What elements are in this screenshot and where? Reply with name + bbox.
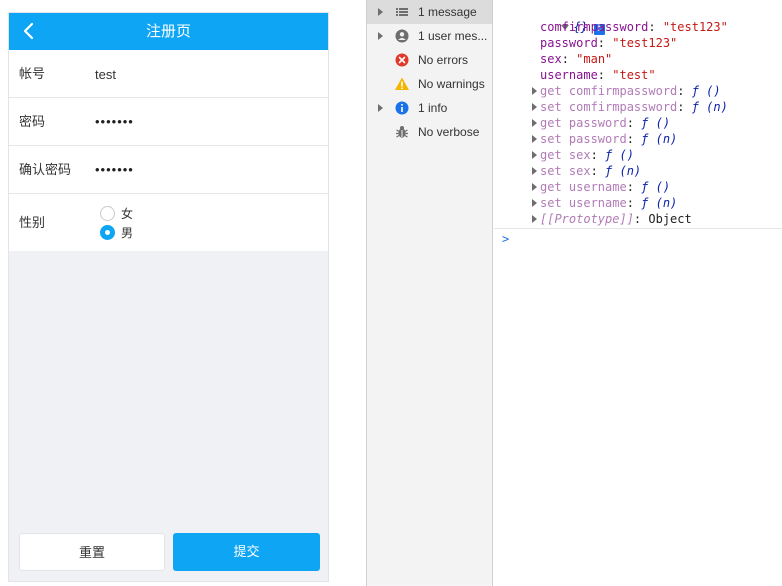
expand-arrow-icon	[532, 87, 537, 95]
expand-arrow-icon	[532, 215, 537, 223]
bug-icon	[394, 124, 410, 140]
password-label: 密码	[19, 114, 46, 129]
expand-arrow-icon	[532, 151, 537, 159]
sidebar-item-errors[interactable]: No errors	[367, 48, 492, 72]
sidebar-item-user-messages[interactable]: 1 user mes...	[367, 24, 492, 48]
user-icon	[394, 28, 410, 44]
sidebar-item-label: 1 info	[418, 101, 448, 115]
password-input[interactable]: •••••••	[95, 98, 134, 146]
sidebar-item-messages[interactable]: 1 message	[367, 0, 492, 24]
radio-unchecked-icon	[100, 206, 115, 221]
radio-checked-icon	[100, 225, 115, 240]
gender-label: 性别	[19, 215, 46, 230]
accessor-property[interactable]: get comfirmpassword: ƒ ()	[532, 83, 721, 99]
username-label: 帐号	[19, 66, 46, 81]
sidebar-item-label: 1 user mes...	[418, 29, 488, 43]
submit-button[interactable]: 提交	[173, 533, 320, 571]
expand-arrow-icon	[532, 103, 537, 111]
confirm-password-label: 确认密码	[19, 162, 72, 177]
sidebar-item-warnings[interactable]: No warnings	[367, 72, 492, 96]
expand-arrow-icon	[532, 119, 537, 127]
accessor-property[interactable]: get password: ƒ ()	[532, 115, 670, 131]
expand-arrow-icon	[532, 135, 537, 143]
accessor-property[interactable]: set comfirmpassword: ƒ (n)	[532, 99, 728, 115]
object-property: comfirmpassword: "test123"	[540, 20, 728, 34]
register-form: 帐号 密码 ••••••• 确认密码 ••••••• 性别 女 男	[9, 50, 328, 251]
gender-radio-female[interactable]: 女	[100, 205, 133, 222]
sidebar-item-label: 1 message	[418, 5, 477, 19]
list-icon	[394, 4, 410, 20]
password-row: 密码 •••••••	[9, 98, 328, 146]
radio-label: 男	[121, 226, 134, 240]
accessor-property[interactable]: get sex: ƒ ()	[532, 147, 634, 163]
expand-arrow-icon[interactable]	[378, 8, 383, 16]
console-sidebar: 1 message 1 user mes... No errors No war…	[366, 0, 493, 586]
expand-arrow-icon	[532, 167, 537, 175]
phone-preview: 注册页 帐号 密码 ••••••• 确认密码 ••••••• 性别 女 男 重置	[8, 12, 329, 582]
expand-arrow-icon[interactable]	[378, 104, 383, 112]
object-property: username: "test"	[540, 68, 656, 82]
warning-icon	[394, 76, 410, 92]
console-prompt-icon[interactable]: >	[502, 232, 509, 246]
object-property: password: "test123"	[540, 36, 678, 50]
gender-row: 性别 女 男	[9, 194, 328, 251]
nav-bar: 注册页	[9, 13, 328, 50]
accessor-property[interactable]: get username: ƒ ()	[532, 179, 670, 195]
info-icon	[394, 100, 410, 116]
error-icon	[394, 52, 410, 68]
radio-label: 女	[121, 207, 134, 221]
sidebar-item-verbose[interactable]: No verbose	[367, 120, 492, 144]
console-log-entry: {} i comfirmpassword: "test123" password:…	[494, 0, 782, 229]
accessor-property[interactable]: set sex: ƒ (n)	[532, 163, 641, 179]
sidebar-item-label: No errors	[418, 53, 469, 67]
confirm-password-input[interactable]: •••••••	[95, 146, 134, 194]
gender-radio-male[interactable]: 男	[100, 224, 133, 241]
console-output: {} i comfirmpassword: "test123" password:…	[494, 0, 782, 586]
page-title: 注册页	[145, 23, 191, 40]
expand-arrow-icon[interactable]	[378, 32, 383, 40]
expand-arrow-icon	[532, 183, 537, 191]
accessor-property[interactable]: set password: ƒ (n)	[532, 131, 677, 147]
reset-button[interactable]: 重置	[19, 533, 165, 571]
sidebar-item-label: No verbose	[418, 125, 480, 139]
accessor-property[interactable]: set username: ƒ (n)	[532, 195, 677, 211]
confirm-password-row: 确认密码 •••••••	[9, 146, 328, 194]
sidebar-item-label: No warnings	[418, 77, 485, 91]
sidebar-item-info[interactable]: 1 info	[367, 96, 492, 120]
username-row: 帐号	[9, 50, 328, 98]
username-input[interactable]	[91, 60, 316, 88]
expand-arrow-icon	[532, 199, 537, 207]
object-property: sex: "man"	[540, 52, 613, 66]
prototype-property[interactable]: [[Prototype]]: Object	[532, 211, 692, 227]
